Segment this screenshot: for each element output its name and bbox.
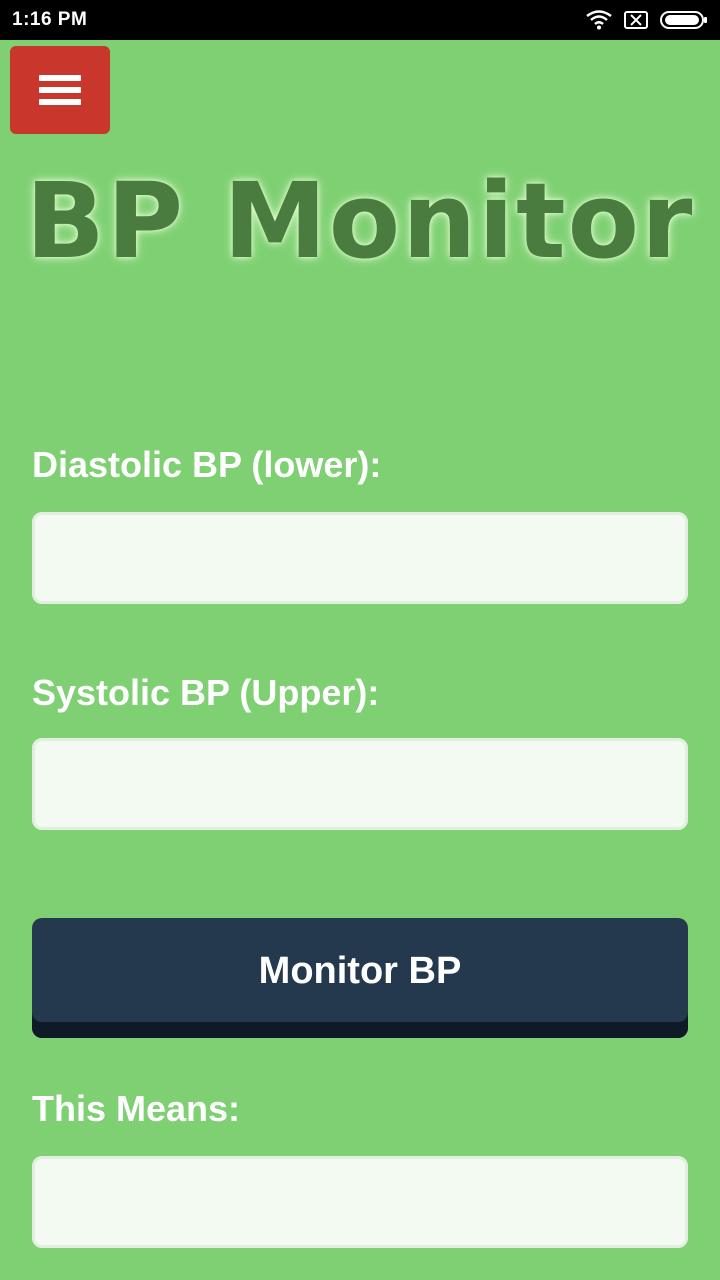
systolic-label: Systolic BP (Upper): [32,672,380,713]
hamburger-icon-bar [39,87,81,93]
sim-x-icon [624,11,648,29]
battery-icon [660,10,708,30]
result-output[interactable] [32,1156,688,1248]
result-label: This Means: [32,1088,241,1129]
wifi-icon [586,10,612,30]
menu-button[interactable] [10,46,110,134]
app-title: BP Monitor [25,160,695,282]
status-icons [586,10,708,30]
systolic-input[interactable] [32,738,688,830]
monitor-bp-button[interactable]: Monitor BP [32,918,688,1038]
diastolic-label: Diastolic BP (lower): [32,444,382,485]
status-time: 1:16 PM [12,9,88,30]
hamburger-icon-bar [39,99,81,105]
diastolic-input[interactable] [32,512,688,604]
hamburger-icon [39,75,81,81]
status-bar: 1:16 PM [0,0,720,40]
